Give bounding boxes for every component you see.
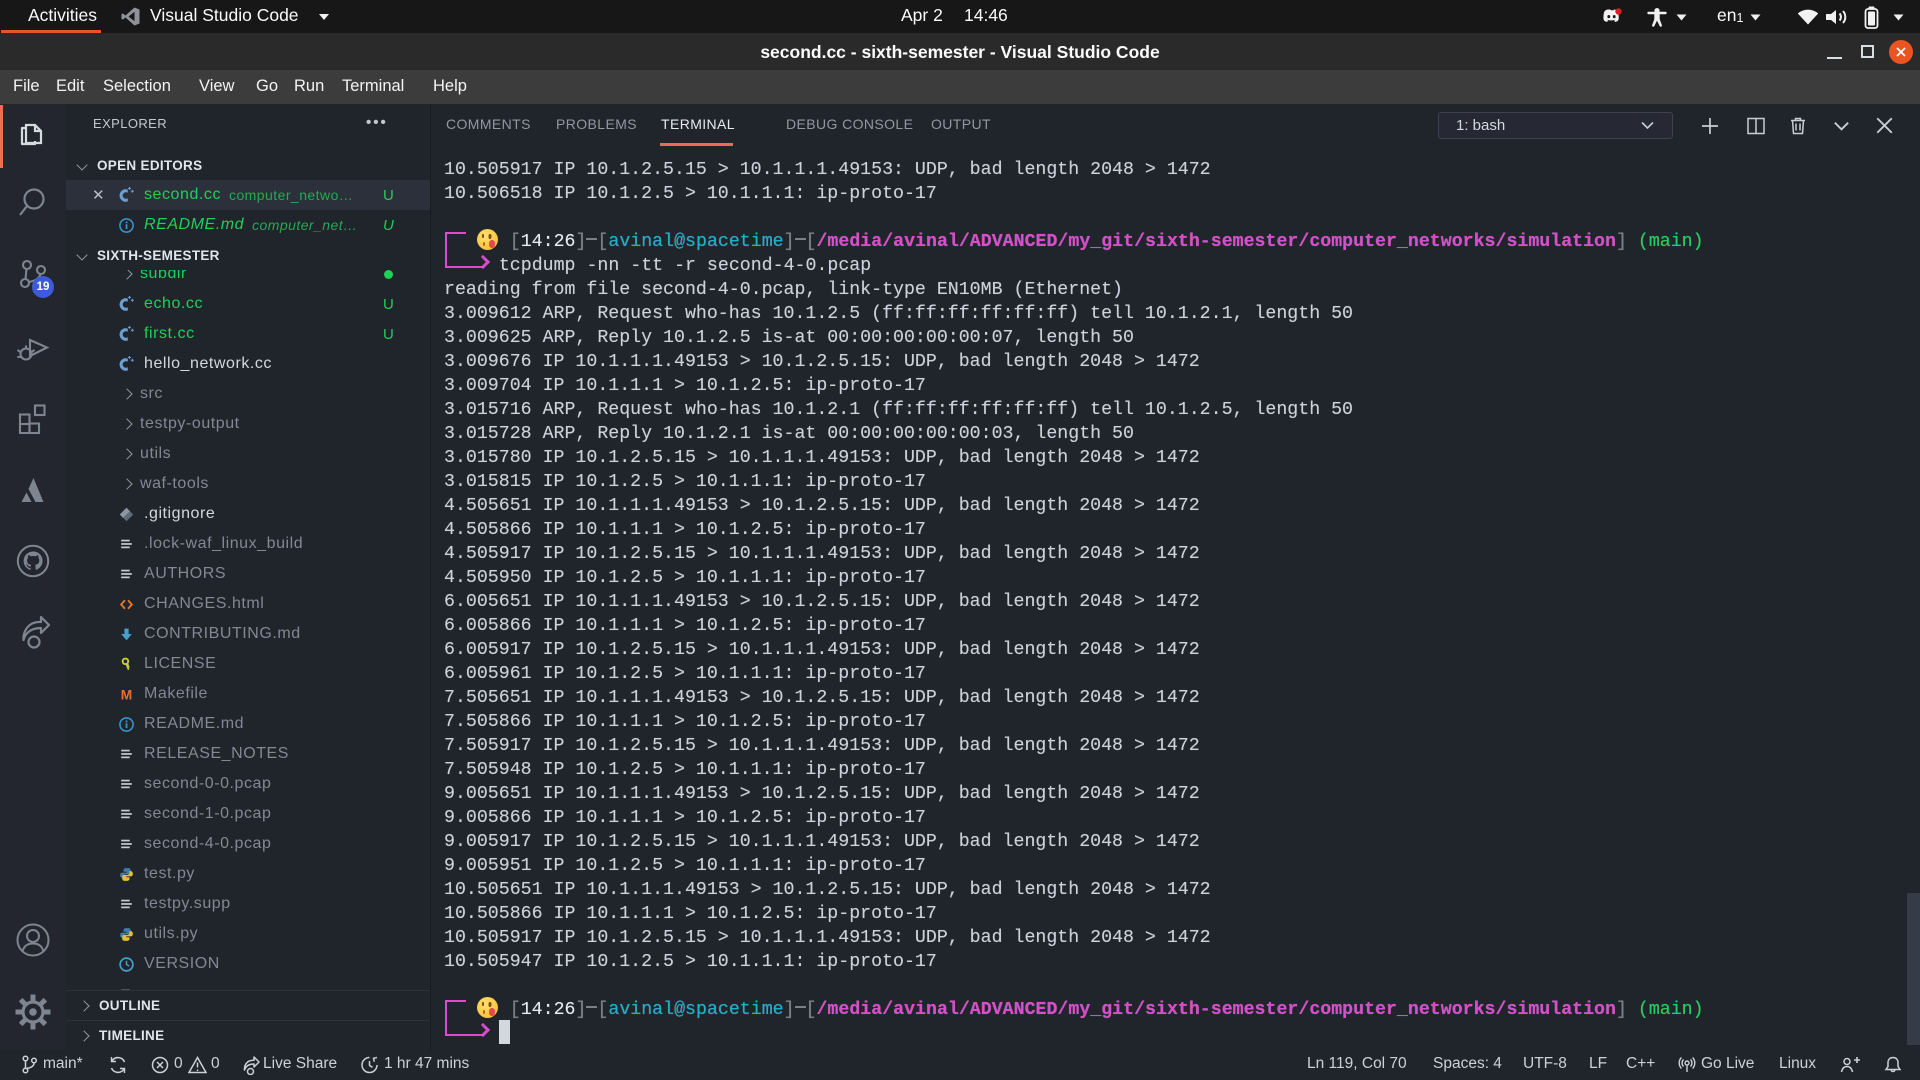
svg-text:M: M [121,686,133,702]
